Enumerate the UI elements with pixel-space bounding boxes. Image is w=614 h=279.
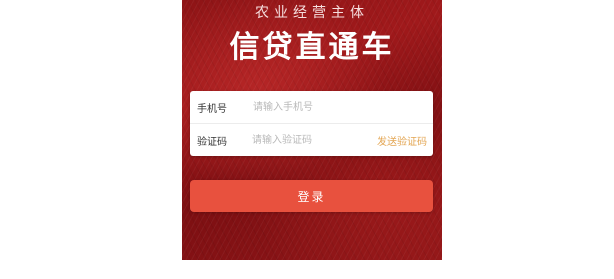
app-title: 信贷直通车 [229, 30, 395, 65]
code-row: 验证码 发送验证码 [190, 124, 433, 156]
login-form: 手机号 验证码 发送验证码 [190, 91, 433, 156]
login-button[interactable]: 登录 [190, 180, 433, 212]
code-label: 验证码 [197, 136, 227, 148]
phone-row: 手机号 [190, 91, 433, 124]
send-code-button[interactable]: 发送验证码 [377, 133, 433, 148]
app-subtitle: 农业经营主体 [255, 5, 369, 21]
code-input[interactable] [252, 130, 377, 150]
phone-label: 手机号 [197, 103, 227, 115]
phone-input[interactable] [253, 97, 433, 117]
login-screen: 农业经营主体 信贷直通车 手机号 验证码 发送验证码 登录 [182, 0, 442, 260]
